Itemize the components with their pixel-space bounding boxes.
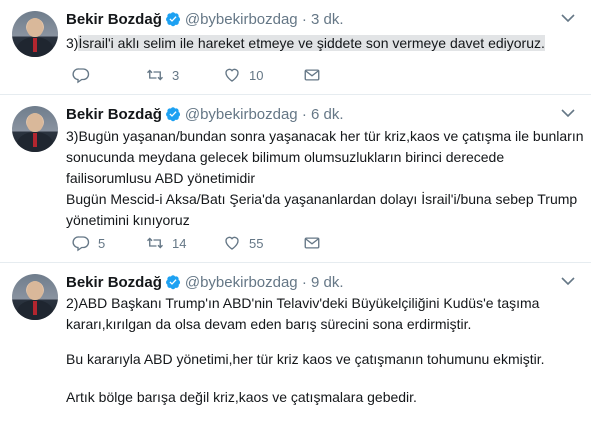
avatar[interactable] — [12, 11, 58, 57]
tweet-actions: 3 10 — [72, 65, 321, 85]
tweet-text-line: failisorumlusu ABD yönetimidir — [66, 170, 256, 186]
verified-badge-icon — [165, 275, 180, 290]
tweet-text-line: yönetimini kınıyoruz — [66, 212, 190, 228]
tweet-header: Bekir Bozdağ @bybekirbozdag · 9 dk. — [66, 273, 344, 293]
like-count: 10 — [249, 67, 264, 83]
tweet-header: Bekir Bozdağ @bybekirbozdag · 3 dk. — [66, 10, 344, 30]
tweet-time[interactable]: · 3 dk. — [302, 11, 344, 28]
author-handle[interactable]: @bybekirbozdag — [185, 11, 298, 28]
heart-icon — [225, 68, 239, 82]
avatar[interactable] — [12, 106, 58, 152]
reply-button[interactable] — [72, 66, 146, 84]
direct-message-button[interactable] — [303, 234, 321, 252]
envelope-icon — [304, 237, 320, 249]
tweet-actions: 5 14 55 — [72, 233, 321, 253]
retweet-button[interactable]: 3 — [146, 66, 223, 84]
reply-icon — [72, 68, 90, 84]
verified-badge-icon — [165, 12, 180, 27]
reply-button[interactable]: 5 — [72, 234, 146, 252]
tweet-text-line: Artık bölge barışa değil kriz,kaos ve ça… — [66, 389, 417, 405]
tweet-text-line: 2)ABD Başkanı Trump'ın ABD'nin Telaviv'd… — [66, 295, 540, 311]
retweet-count: 14 — [172, 235, 187, 251]
author-handle[interactable]: @bybekirbozdag — [185, 106, 298, 123]
envelope-icon — [304, 69, 320, 81]
author-name[interactable]: Bekir Bozdağ — [66, 106, 162, 123]
like-button[interactable]: 55 — [223, 234, 303, 252]
tweet-time[interactable]: · 9 dk. — [302, 274, 344, 291]
tweet-time[interactable]: · 6 dk. — [302, 106, 344, 123]
retweet-count: 3 — [172, 67, 180, 83]
selected-text: İsrail'i aklı selim ile hareket etmeye v… — [78, 35, 545, 51]
retweet-icon — [147, 69, 163, 81]
verified-badge-icon — [165, 107, 180, 122]
like-button[interactable]: 10 — [223, 66, 303, 84]
author-handle[interactable]: @bybekirbozdag — [185, 274, 298, 291]
tweet[interactable]: Bekir Bozdağ @bybekirbozdag · 9 dk. 2)ABD… — [0, 263, 591, 426]
retweet-icon — [147, 237, 163, 249]
avatar[interactable] — [12, 274, 58, 320]
tweet-header: Bekir Bozdağ @bybekirbozdag · 6 dk. — [66, 105, 344, 125]
like-count: 55 — [249, 235, 264, 251]
chevron-down-icon[interactable] — [561, 276, 575, 286]
heart-icon — [225, 236, 239, 250]
tweet-text-line: Bu kararıyla ABD yönetimi,her tür kriz k… — [66, 351, 545, 367]
author-name[interactable]: Bekir Bozdağ — [66, 274, 162, 291]
reply-count: 5 — [98, 235, 106, 251]
tweet[interactable]: Bekir Bozdağ @bybekirbozdag · 3 dk. 3)İsr… — [0, 0, 591, 95]
tweet[interactable]: Bekir Bozdağ @bybekirbozdag · 6 dk. 3)Bug… — [0, 95, 591, 263]
chevron-down-icon[interactable] — [561, 13, 575, 23]
tweet-text-line: kararı,kırılgan da olsa devam eden barış… — [66, 316, 472, 332]
chevron-down-icon[interactable] — [561, 108, 575, 118]
direct-message-button[interactable] — [303, 66, 321, 84]
tweet-text-line: 3)Bugün yaşanan/bundan sonra yaşanacak h… — [66, 128, 584, 144]
tweet-text-line: Bugün Mescid-i Aksa/Batı Şeria'da yaşana… — [66, 191, 578, 207]
tweet-text-line: sonucunda meydana gelecek bilimum olumsu… — [66, 149, 505, 165]
tweet-text: 3)İsrail'i aklı selim ile hareket etmeye… — [66, 35, 545, 51]
retweet-button[interactable]: 14 — [146, 234, 223, 252]
author-name[interactable]: Bekir Bozdağ — [66, 11, 162, 28]
reply-icon — [72, 236, 90, 252]
